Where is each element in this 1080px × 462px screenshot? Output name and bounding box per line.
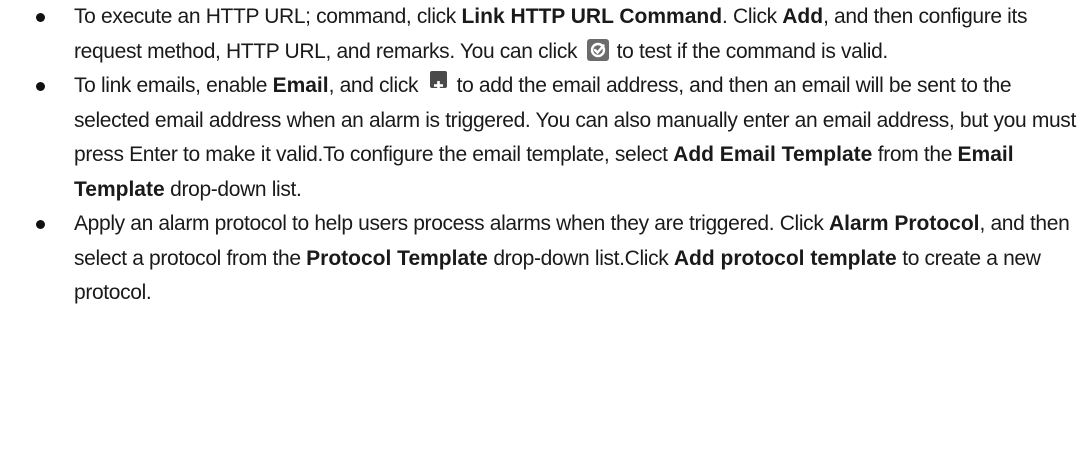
bullet-dot	[36, 13, 45, 22]
document-body: To execute an HTTP URL; command, click L…	[0, 0, 1080, 462]
test-icon	[586, 38, 609, 61]
item-text: To execute an HTTP URL; command, click	[74, 5, 462, 28]
ui-term-email: Email	[272, 74, 329, 97]
item-text: drop-down list.	[170, 177, 302, 201]
item-text: to test if the command is valid.	[616, 39, 889, 63]
bullet-list: To execute an HTTP URL; command, click L…	[36, 0, 1080, 311]
plus-icon	[429, 71, 447, 90]
list-item-http-url: To execute an HTTP URL; command, click L…	[36, 0, 1080, 69]
item-text: Apply an alarm protocol to help users pr…	[74, 212, 829, 235]
ui-term-add-protocol-template: Add protocol template	[673, 246, 897, 270]
ui-term-protocol-template: Protocol Template	[306, 246, 488, 270]
item-text: drop-down list.Click	[493, 246, 674, 270]
item-text: from the	[872, 143, 958, 166]
ui-term-link-http-url-command: Link HTTP URL Command	[461, 5, 723, 28]
ui-term-add: Add	[782, 5, 824, 28]
bullet-dot	[36, 82, 45, 91]
item-text: . Click	[722, 5, 783, 28]
bullet-dot	[36, 220, 45, 229]
list-item-email: To link emails, enable Email, and click …	[36, 69, 1080, 207]
ui-term-add-email-template: Add Email Template	[673, 143, 873, 166]
list-item-alarm-protocol: Apply an alarm protocol to help users pr…	[36, 207, 1080, 311]
ui-term-alarm-protocol: Alarm Protocol	[828, 212, 980, 235]
item-text: , and click	[328, 74, 419, 97]
item-text: To link emails, enable	[74, 74, 273, 97]
